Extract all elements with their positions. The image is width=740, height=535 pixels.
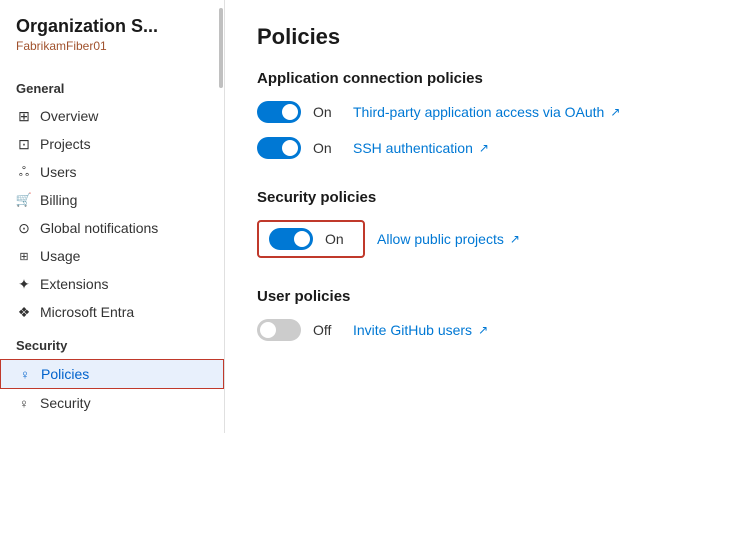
sidebar-item-billing[interactable]: 🛒 Billing — [0, 186, 224, 214]
sidebar: Organization S... FabrikamFiber01 Genera… — [0, 0, 225, 535]
billing-icon: 🛒 — [16, 192, 32, 208]
github-users-link[interactable]: Invite GitHub users ↗ — [353, 322, 488, 338]
sidebar-item-projects[interactable]: ⊡ Projects — [0, 130, 224, 158]
sidebar-item-usage[interactable]: ⊞ Usage — [0, 242, 224, 270]
app-connection-section-title: Application connection policies — [257, 70, 708, 87]
ssh-status: On — [313, 140, 341, 156]
projects-icon: ⊡ — [16, 136, 32, 152]
public-projects-toggle[interactable] — [269, 228, 313, 250]
github-users-toggle[interactable] — [257, 319, 301, 341]
overview-icon: ⊞ — [16, 108, 32, 124]
oauth-status: On — [313, 104, 341, 120]
ssh-policy-row: On SSH authentication ↗ — [257, 137, 708, 159]
github-users-external-link-icon: ↗ — [478, 323, 488, 337]
security-label: Security — [40, 395, 91, 411]
oauth-policy-row: On Third-party application access via OA… — [257, 101, 708, 123]
sidebar-item-security[interactable]: ♀ Security — [0, 389, 224, 417]
sidebar-item-users[interactable]: ஃ Users — [0, 158, 224, 186]
ssh-toggle[interactable] — [257, 137, 301, 159]
extensions-icon: ✦ — [16, 276, 32, 292]
extensions-label: Extensions — [40, 276, 108, 292]
sidebar-item-overview[interactable]: ⊞ Overview — [0, 102, 224, 130]
user-policies-section-title: User policies — [257, 288, 708, 305]
github-users-policy-row: Off Invite GitHub users ↗ — [257, 319, 708, 341]
policies-icon: ♀ — [17, 366, 33, 382]
security-section-label: Security — [0, 326, 224, 359]
oauth-toggle[interactable] — [257, 101, 301, 123]
oauth-link[interactable]: Third-party application access via OAuth… — [353, 104, 620, 120]
users-label: Users — [40, 164, 77, 180]
oauth-external-link-icon: ↗ — [610, 105, 620, 119]
github-users-status: Off — [313, 322, 341, 338]
sidebar-item-extensions[interactable]: ✦ Extensions — [0, 270, 224, 298]
public-projects-status: On — [325, 231, 353, 247]
projects-label: Projects — [40, 136, 91, 152]
org-subtitle: FabrikamFiber01 — [0, 37, 224, 69]
overview-label: Overview — [40, 108, 98, 124]
org-title: Organization S... — [0, 16, 224, 37]
ssh-external-link-icon: ↗ — [479, 141, 489, 155]
policies-label: Policies — [41, 366, 89, 382]
scrollbar[interactable] — [219, 8, 223, 88]
notifications-icon: ⊙ — [16, 220, 32, 236]
sidebar-item-microsoft-entra[interactable]: ❖ Microsoft Entra — [0, 298, 224, 326]
billing-label: Billing — [40, 192, 77, 208]
entra-label: Microsoft Entra — [40, 304, 134, 320]
users-icon: ஃ — [16, 164, 32, 180]
public-projects-highlight: On — [257, 220, 365, 258]
usage-label: Usage — [40, 248, 80, 264]
main-content: Policies Application connection policies… — [225, 0, 740, 535]
ssh-link[interactable]: SSH authentication ↗ — [353, 140, 489, 156]
notifications-label: Global notifications — [40, 220, 158, 236]
sidebar-item-policies[interactable]: ♀ Policies — [0, 359, 224, 389]
usage-icon: ⊞ — [16, 248, 32, 264]
entra-icon: ❖ — [16, 304, 32, 320]
general-section-label: General — [0, 69, 224, 102]
public-projects-external-link-icon: ↗ — [510, 232, 520, 246]
public-projects-policy-row: On Allow public projects ↗ — [257, 220, 708, 258]
security-policies-section-title: Security policies — [257, 189, 708, 206]
sidebar-item-global-notifications[interactable]: ⊙ Global notifications — [0, 214, 224, 242]
public-projects-link[interactable]: Allow public projects ↗ — [377, 231, 520, 247]
page-title: Policies — [257, 24, 708, 50]
security-icon: ♀ — [16, 395, 32, 411]
